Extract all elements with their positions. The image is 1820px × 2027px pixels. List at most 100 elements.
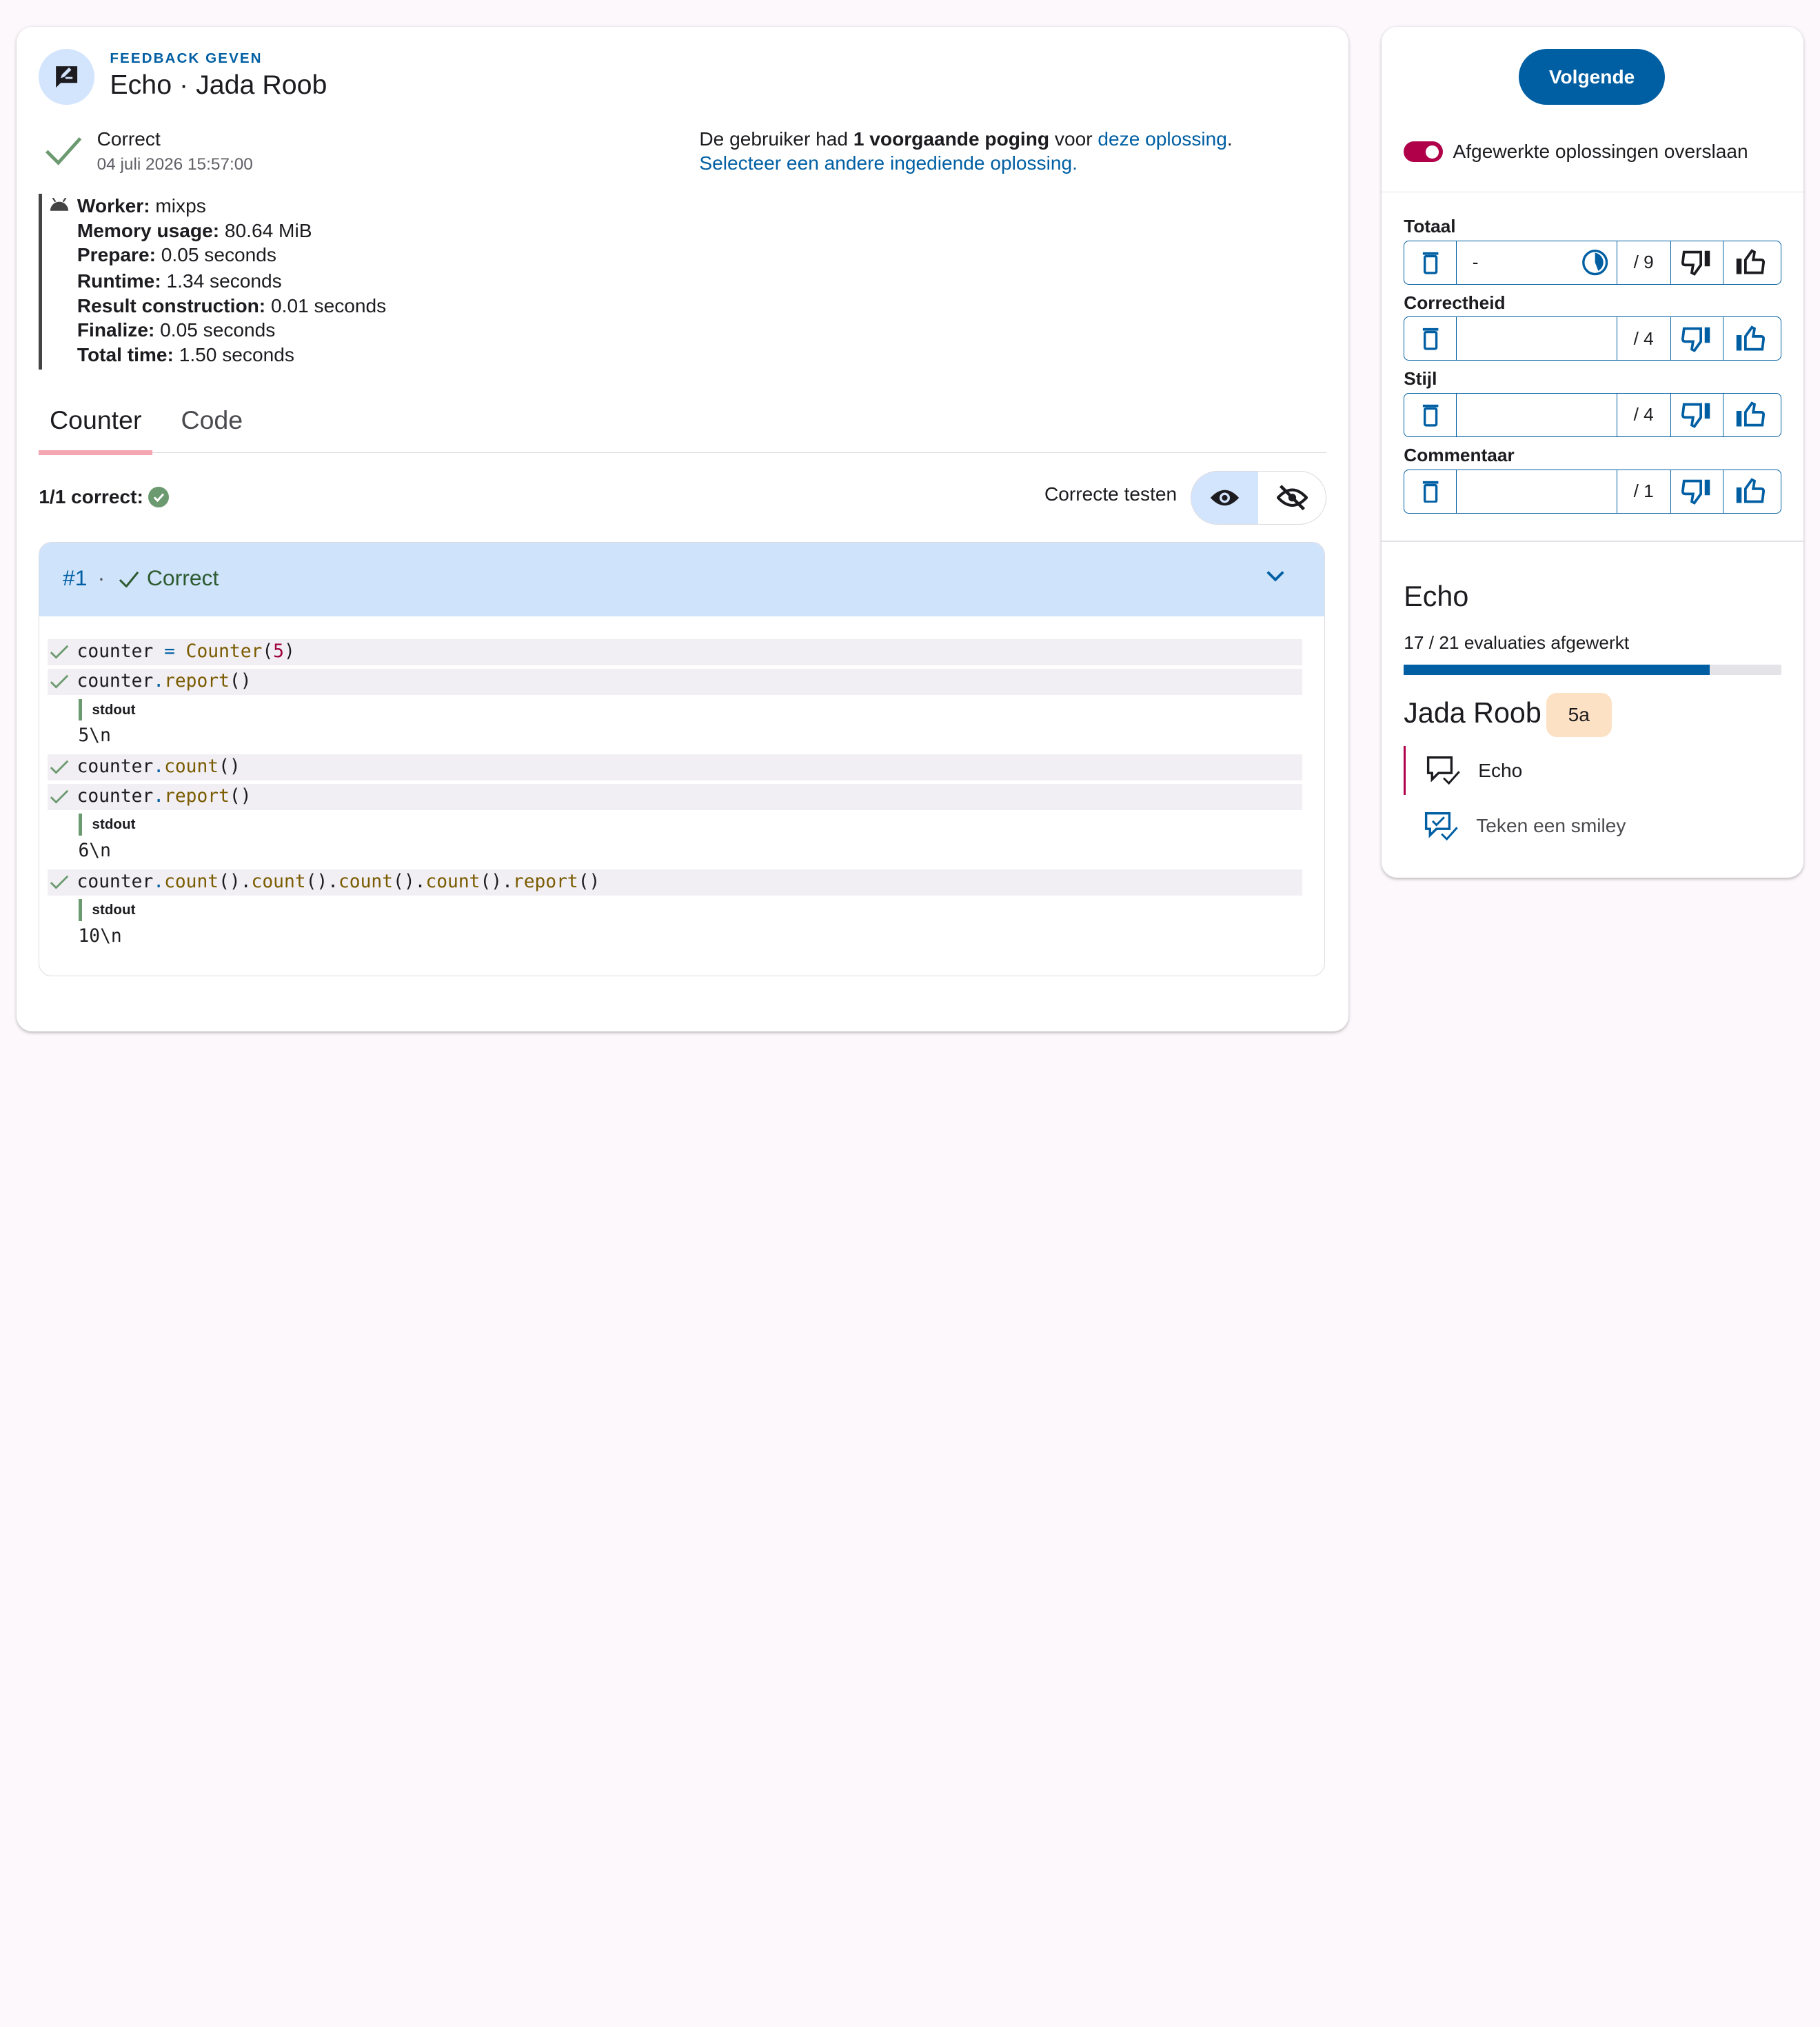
- stdout-value: 10\n: [78, 925, 122, 947]
- skip-completed-toggle[interactable]: [1404, 141, 1443, 163]
- check-icon: [50, 674, 69, 689]
- thumb-down-icon: [1681, 479, 1710, 505]
- exercise-title: Echo: [1404, 580, 1469, 612]
- page-kicker: FEEDBACK GEVEN: [110, 50, 263, 67]
- result-construction-row: Result construction: 0.01 seconds: [77, 294, 387, 316]
- progress-fill: [1404, 664, 1710, 675]
- skip-completed-row: Afgewerkte oplossingen overslaan: [1404, 141, 1748, 163]
- evaluation-progress-text: 17 / 21 evaluaties afgewerkt: [1404, 632, 1630, 653]
- prepare-row: Prepare: 0.05 seconds: [77, 244, 276, 266]
- result-tabs: Counter Code: [39, 388, 1326, 455]
- score-row-total: - / 9: [1404, 240, 1781, 285]
- test-statement: counter.report(): [47, 669, 1303, 695]
- divider: [1382, 191, 1803, 193]
- this-solution-link[interactable]: deze oplossing: [1098, 128, 1227, 150]
- skip-completed-label: Afgewerkte oplossingen overslaan: [1453, 141, 1748, 163]
- trash-icon: [1422, 404, 1438, 427]
- check-icon: [50, 789, 69, 804]
- check-icon: [45, 137, 82, 165]
- stdout-label: stdout: [78, 814, 135, 836]
- stdout-label: stdout: [78, 698, 135, 721]
- score-row-style: / 4: [1404, 393, 1781, 437]
- thumb-down-button[interactable]: [1671, 470, 1723, 513]
- thumb-up-button[interactable]: [1723, 241, 1775, 284]
- check-icon: [50, 760, 69, 774]
- score-input-correctness[interactable]: [1457, 317, 1617, 361]
- worker-row: Worker: mixps: [77, 195, 206, 217]
- score-label-correctness: Correctheid: [1404, 292, 1506, 313]
- thumb-up-icon: [1736, 401, 1765, 427]
- check-icon: [50, 875, 69, 889]
- score-input-style[interactable]: [1457, 394, 1617, 436]
- trash-icon: [1422, 328, 1438, 350]
- status-date: 04 juli 2026 15:57:00: [97, 155, 253, 174]
- testcase-panel: #1 · Correct counter = Counter(5) counte…: [39, 541, 1325, 976]
- check-circle-icon: [148, 487, 170, 507]
- thumb-up-icon: [1736, 249, 1765, 274]
- thumb-up-button[interactable]: [1723, 394, 1775, 436]
- chevron-down-icon[interactable]: [1265, 568, 1286, 584]
- select-other-solution-link[interactable]: Selecteer een andere ingediende oplossin…: [699, 152, 1078, 174]
- exercise-item-echo[interactable]: Echo: [1404, 745, 1522, 796]
- tab-counter[interactable]: Counter: [39, 388, 153, 455]
- delete-score-button[interactable]: [1404, 241, 1457, 284]
- thumb-down-button[interactable]: [1671, 317, 1723, 361]
- eye-icon: [1211, 490, 1240, 506]
- worker-info: Worker: mixps Memory usage: 80.64 MiB Pr…: [39, 194, 469, 370]
- trash-icon: [1422, 252, 1438, 274]
- status-label: Correct: [97, 128, 161, 150]
- score-max-correctness: / 4: [1617, 317, 1671, 361]
- next-button[interactable]: Volgende: [1519, 49, 1665, 105]
- total-time-row: Total time: 1.50 seconds: [77, 343, 294, 365]
- hide-correct-button[interactable]: [1258, 472, 1325, 525]
- delete-score-button[interactable]: [1404, 317, 1457, 361]
- delete-score-button[interactable]: [1404, 470, 1457, 513]
- check-icon: [50, 645, 69, 659]
- testcase-header[interactable]: #1 · Correct: [39, 542, 1324, 616]
- correct-tests-toggle: [1190, 470, 1326, 525]
- show-correct-button[interactable]: [1191, 471, 1259, 525]
- thumb-up-icon: [1736, 478, 1765, 503]
- thumb-down-button[interactable]: [1671, 394, 1723, 436]
- testcase-number: #1: [63, 565, 88, 591]
- score-row-comment: / 1: [1404, 469, 1781, 514]
- score-label-comment: Commentaar: [1404, 445, 1515, 465]
- evaluation-progress-bar: [1404, 664, 1781, 675]
- runtime-row: Runtime: 1.34 seconds: [77, 270, 282, 292]
- score-label-style: Stijl: [1404, 368, 1437, 390]
- assignment-done-icon: [1426, 756, 1460, 785]
- clock-icon: [1582, 250, 1608, 276]
- thumb-up-button[interactable]: [1723, 317, 1775, 360]
- test-statement: counter.count().count().count().count().…: [47, 869, 1303, 896]
- score-input-comment[interactable]: [1457, 470, 1617, 513]
- exercise-item-smiley[interactable]: Teken een smiley: [1404, 802, 1626, 851]
- stdout-label: stdout: [78, 899, 135, 921]
- thumb-down-icon: [1681, 250, 1710, 276]
- thumb-down-icon: [1681, 327, 1710, 352]
- stdout-value: 6\n: [78, 840, 111, 861]
- tab-code[interactable]: Code: [181, 388, 243, 453]
- finalize-row: Finalize: 0.05 seconds: [77, 319, 276, 341]
- divider: [1382, 540, 1803, 542]
- evaluation-sidebar: Volgende Afgewerkte oplossingen overslaa…: [1382, 27, 1803, 878]
- eye-off-icon: [1276, 485, 1308, 511]
- trash-icon: [1422, 481, 1438, 503]
- score-max-comment: / 1: [1617, 470, 1671, 513]
- class-badge: 5a: [1546, 693, 1612, 737]
- thumb-down-button[interactable]: [1671, 241, 1723, 284]
- thumb-up-button[interactable]: [1723, 470, 1775, 513]
- memory-row: Memory usage: 80.64 MiB: [77, 219, 312, 241]
- delete-score-button[interactable]: [1404, 394, 1457, 436]
- score-input-total[interactable]: -: [1457, 241, 1617, 284]
- user-name: Jada Roob: [1404, 696, 1541, 729]
- thumb-down-icon: [1681, 403, 1710, 429]
- score-max-total: / 9: [1617, 241, 1671, 284]
- test-statement: counter.report(): [47, 784, 1303, 810]
- test-statement: counter = Counter(5): [47, 639, 1303, 665]
- rate-review-icon: [39, 49, 94, 105]
- stdout-value: 5\n: [78, 725, 111, 747]
- score-label-total: Totaal: [1404, 216, 1456, 237]
- testcase-result: Correct: [146, 565, 219, 591]
- score-max-style: / 4: [1617, 394, 1671, 436]
- thumb-up-icon: [1736, 325, 1765, 351]
